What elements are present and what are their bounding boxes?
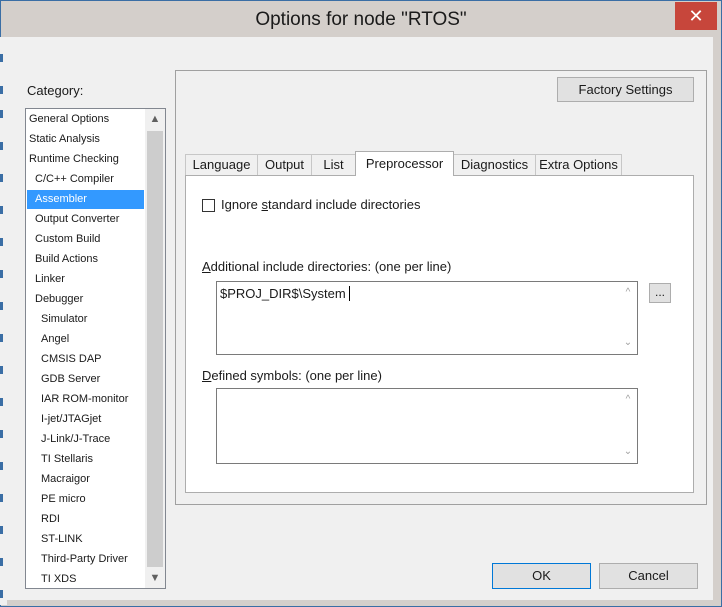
close-button[interactable]: ✕ <box>675 2 717 30</box>
category-item[interactable]: TI Stellaris <box>27 450 144 469</box>
category-item[interactable]: Angel <box>27 330 144 349</box>
edge-mark <box>0 430 3 438</box>
text-caret <box>349 286 350 301</box>
chevron-up-icon[interactable]: ^ <box>619 392 637 408</box>
close-icon: ✕ <box>688 6 704 26</box>
edge-mark <box>0 398 3 406</box>
defined-symbols-scrollbar[interactable]: ^ ⌄ <box>619 389 637 463</box>
edge-mark <box>0 302 3 310</box>
chevron-up-icon[interactable]: ▲ <box>145 109 165 129</box>
category-item[interactable]: Runtime Checking <box>27 150 144 169</box>
category-item[interactable]: Debugger <box>27 290 144 309</box>
edge-mark <box>0 54 3 62</box>
tab-extra-options[interactable]: Extra Options <box>535 154 622 175</box>
edge-mark <box>0 238 3 246</box>
include-dirs-value: $PROJ_DIR$\System <box>220 286 346 301</box>
category-item[interactable]: Third-Party Driver <box>27 550 144 569</box>
cancel-button[interactable]: Cancel <box>599 563 698 589</box>
category-item[interactable]: C/C++ Compiler <box>27 170 144 189</box>
tab-language[interactable]: Language <box>185 154 258 175</box>
category-item[interactable]: I-jet/JTAGjet <box>27 410 144 429</box>
factory-settings-button[interactable]: Factory Settings <box>557 77 694 102</box>
edge-mark <box>0 366 3 374</box>
category-list[interactable]: General Options Static Analysis Runtime Ch… <box>25 108 166 589</box>
edge-mark <box>0 558 3 566</box>
tab-diagnostics[interactable]: Diagnostics <box>453 154 536 175</box>
edge-mark <box>0 526 3 534</box>
category-item[interactable]: General Options <box>27 110 144 129</box>
browse-include-dirs-button[interactable]: ... <box>649 283 671 303</box>
edge-mark <box>0 494 3 502</box>
category-item[interactable]: J-Link/J-Trace <box>27 430 144 449</box>
edge-mark <box>0 86 3 94</box>
edge-mark <box>0 590 3 598</box>
edge-mark <box>0 142 3 150</box>
tab-list[interactable]: List <box>311 154 356 175</box>
category-item[interactable]: Build Actions <box>27 250 144 269</box>
chevron-down-icon[interactable]: ▼ <box>145 568 165 588</box>
tab-preprocessor[interactable]: Preprocessor <box>355 151 454 176</box>
chevron-up-icon[interactable]: ^ <box>619 285 637 301</box>
category-item[interactable]: Static Analysis <box>27 130 144 149</box>
title-bar[interactable]: Options for node "RTOS" ✕ <box>1 1 721 38</box>
tab-output[interactable]: Output <box>257 154 312 175</box>
chevron-down-icon[interactable]: ⌄ <box>619 335 637 351</box>
edge-mark <box>0 110 3 118</box>
defined-symbols-field[interactable]: ^ ⌄ <box>216 388 638 464</box>
ignore-standard-includes-checkbox[interactable] <box>202 199 215 212</box>
category-item[interactable]: TI XDS <box>27 570 144 588</box>
edge-mark <box>0 206 3 214</box>
category-item[interactable]: Macraigor <box>27 470 144 489</box>
edge-mark <box>0 270 3 278</box>
category-item[interactable]: Assembler <box>27 190 144 209</box>
include-dirs-scrollbar[interactable]: ^ ⌄ <box>619 282 637 354</box>
category-item[interactable]: ST-LINK <box>27 530 144 549</box>
category-item[interactable]: PE micro <box>27 490 144 509</box>
left-edge-strip <box>0 37 7 605</box>
category-label: Category: <box>27 83 84 98</box>
category-item[interactable]: Custom Build <box>27 230 144 249</box>
defined-symbols-label: Defined symbols: (one per line) <box>202 368 382 383</box>
category-item[interactable]: Simulator <box>27 310 144 329</box>
chevron-down-icon[interactable]: ⌄ <box>619 444 637 460</box>
edge-mark <box>0 462 3 470</box>
ignore-standard-includes-label[interactable]: Ignore standard include directories <box>221 197 420 212</box>
scrollbar-thumb[interactable] <box>147 131 163 567</box>
include-dirs-field[interactable]: $PROJ_DIR$\System ^ ⌄ <box>216 281 638 355</box>
category-item[interactable]: Linker <box>27 270 144 289</box>
category-item[interactable]: CMSIS DAP <box>27 350 144 369</box>
category-scrollbar[interactable]: ▲ ▼ <box>145 109 165 588</box>
include-dirs-label: Additional include directories: (one per… <box>202 259 452 274</box>
category-item[interactable]: IAR ROM-monitor <box>27 390 144 409</box>
window-title: Options for node "RTOS" <box>255 9 467 30</box>
category-item[interactable]: Output Converter <box>27 210 144 229</box>
ok-button[interactable]: OK <box>492 563 591 589</box>
edge-mark <box>0 334 3 342</box>
category-item[interactable]: GDB Server <box>27 370 144 389</box>
category-item[interactable]: RDI <box>27 510 144 529</box>
edge-mark <box>0 174 3 182</box>
